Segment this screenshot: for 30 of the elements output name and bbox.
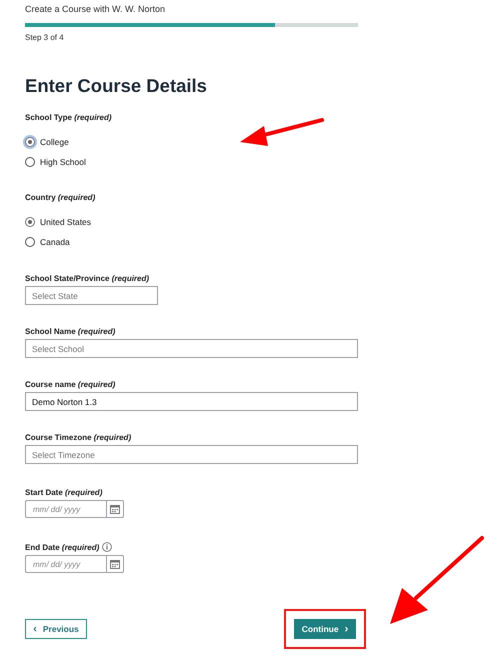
select-field[interactable]: Select State — [25, 286, 158, 305]
field-label: School Name (required) — [25, 327, 116, 336]
field-label: Course Timezone (required) — [25, 433, 132, 442]
radio-label[interactable]: Canada — [40, 237, 70, 247]
radio-button[interactable] — [25, 157, 35, 167]
date-field[interactable]: mm/ dd/ yyyy — [25, 500, 124, 518]
heading: Enter Course Details — [25, 75, 208, 97]
step-indicator: Step 3 of 4 — [25, 33, 65, 42]
radio-button[interactable] — [25, 217, 35, 227]
select-field[interactable]: Select School — [25, 339, 358, 358]
radio-label[interactable]: United States — [40, 217, 92, 227]
calendar-icon[interactable] — [110, 559, 120, 569]
info-icon[interactable] — [102, 542, 112, 552]
field-label: Start Date (required) — [25, 488, 102, 497]
continue-button[interactable]: Continue › — [294, 619, 356, 639]
radio-button[interactable] — [25, 137, 35, 147]
previous-button[interactable]: ‹ Previous — [25, 619, 87, 639]
field-label: School State/Province (required) — [25, 274, 150, 283]
radio-label[interactable]: High School — [40, 157, 86, 167]
calendar-icon[interactable] — [110, 504, 120, 514]
field-label: Course name (required) — [25, 380, 116, 389]
date-field[interactable]: mm/ dd/ yyyy — [25, 555, 124, 573]
radio-button[interactable] — [25, 237, 35, 247]
radio-label[interactable]: College — [40, 137, 69, 147]
select-field[interactable]: Select Timezone — [25, 445, 358, 464]
text-field[interactable]: Demo Norton 1.3 — [25, 392, 358, 411]
field-label: End Date (required) — [25, 542, 100, 552]
field-label: Country (required) — [25, 193, 96, 202]
field-label: School Type (required) — [25, 113, 112, 122]
page-title: Create a Course with W. W. Norton — [25, 4, 166, 14]
